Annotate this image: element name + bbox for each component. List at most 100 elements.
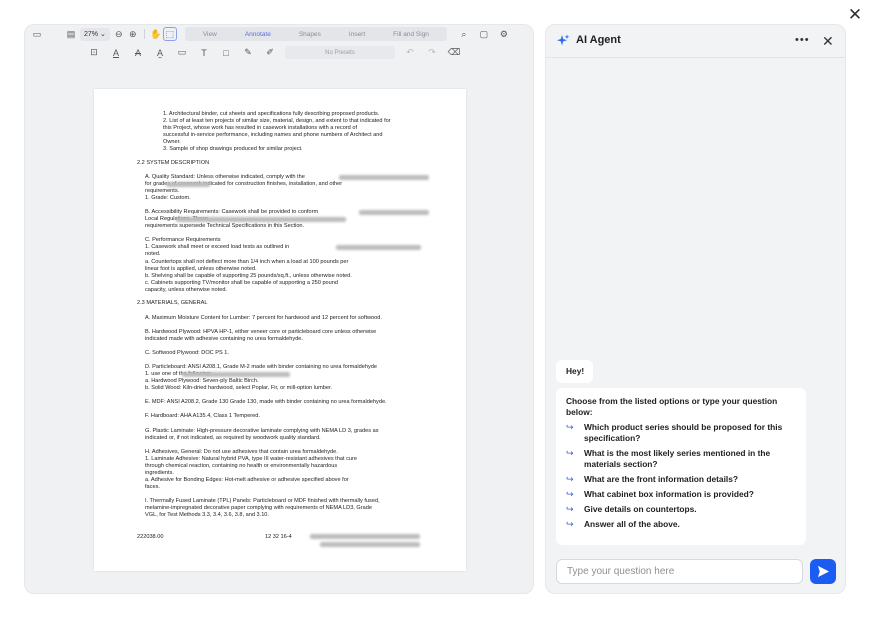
text-box-icon[interactable]: ⊡ [87, 46, 101, 60]
doc-line: successful in-service performance, inclu… [163, 132, 383, 138]
doc-line: capacity, unless otherwise noted. [145, 287, 227, 293]
redacted-text [359, 210, 429, 215]
doc-line: H. Adhesives, General: Do not use adhesi… [145, 449, 338, 455]
doc-line: this Project, whose work has resulted in… [163, 125, 358, 131]
doc-line: ingredients. [145, 470, 174, 476]
highlighter-icon[interactable]: ✐ [263, 46, 277, 60]
toolbar-divider [143, 29, 145, 39]
doc-line: 1. Grade: Custom. [145, 195, 191, 201]
zoom-value: 27% [84, 30, 99, 38]
text-tool-icon[interactable]: T [197, 46, 211, 60]
option-label: Which product series should be proposed … [584, 422, 783, 443]
option-item[interactable]: ↪ What is the most likely series mentione… [566, 448, 796, 470]
page-icon[interactable]: ▤ [64, 27, 78, 41]
sidebar-toggle-icon[interactable]: ▭ [30, 27, 44, 41]
redacted-text [176, 217, 346, 222]
doc-line: a. Hardwood Plywood: Seven-ply Baltic Bi… [145, 378, 259, 384]
option-item[interactable]: ↪ What cabinet box information is provide… [566, 489, 796, 500]
tab-annotate[interactable]: Annotate [231, 31, 285, 38]
pen-icon[interactable]: ✎ [241, 46, 255, 60]
redacted-text [320, 542, 420, 547]
doc-line: indicated or, if not indicated, as requi… [145, 435, 321, 441]
doc-footer-center: 12 32 16-4 [265, 534, 292, 540]
redacted-text [336, 245, 421, 250]
tab-shapes[interactable]: Shapes [285, 31, 335, 38]
arrow-right-icon: ↪ [566, 504, 574, 514]
send-button[interactable] [810, 559, 836, 584]
pdf-viewer: ▭ ▤ 27% ⌄ ⊖ ⊕ ✋ ⬚ View Annotate Shapes I… [24, 24, 534, 594]
greeting-bubble: Hey! [556, 360, 593, 383]
doc-line: 2.3 MATERIALS, GENERAL [137, 300, 208, 306]
tab-view[interactable]: View [189, 31, 231, 38]
doc-line: a. Adhesive for Bonding Edges: Hot-melt … [145, 477, 349, 483]
strikethrough-icon[interactable]: A [131, 46, 145, 60]
tab-insert[interactable]: Insert [335, 31, 379, 38]
arrow-right-icon: ↪ [566, 448, 574, 458]
doc-line: A. Maximum Moisture Content for Lumber: … [145, 315, 382, 321]
question-input[interactable] [556, 559, 803, 584]
doc-line: G. Plastic Laminate: High-pressure decor… [145, 428, 379, 434]
doc-line: c. Cabinets supporting TV/monitor shall … [145, 280, 339, 286]
redacted-text [182, 372, 290, 377]
tab-fill-and-sign[interactable]: Fill and Sign [379, 31, 443, 38]
doc-line: Owner. [163, 139, 181, 145]
redacted-text [339, 175, 429, 180]
select-tool-icon[interactable]: ⬚ [162, 27, 177, 41]
doc-line: b. Shelving shall be capable of supporti… [145, 273, 352, 279]
option-item[interactable]: ↪ Give details on countertops. [566, 504, 796, 515]
doc-line: D. Particleboard: ANSI A208.1, Grade M-2… [145, 364, 377, 370]
rectangle-icon[interactable]: □ [219, 46, 233, 60]
close-icon[interactable]: ✕ [822, 33, 834, 50]
option-item[interactable]: ↪ Which product series should be proposed… [566, 422, 796, 444]
doc-line: linear foot is applied, unless otherwise… [145, 266, 257, 272]
option-item[interactable]: ↪ Answer all of the above. [566, 519, 796, 530]
option-label: What are the front information details? [584, 474, 739, 484]
doc-line: C. Performance Requirements [145, 237, 221, 243]
zoom-out-icon[interactable]: ⊖ [112, 27, 126, 41]
settings-gear-icon[interactable]: ⚙ [497, 27, 511, 41]
presets-select[interactable]: No Presets [285, 46, 395, 59]
annotate-toolbar: ⊡ A A A̰ ▭ T □ ✎ ✐ No Presets ↶ ↷ ⌫ [25, 44, 533, 61]
arrow-right-icon: ↪ [566, 422, 574, 432]
underline-icon[interactable]: A [109, 46, 123, 60]
eraser-icon[interactable]: ⌫ [447, 46, 461, 60]
agent-title: AI Agent [576, 34, 621, 46]
doc-line: 1. Architectural binder, cut sheets and … [163, 111, 380, 117]
zoom-select[interactable]: 27% ⌄ [80, 27, 110, 41]
sparkle-icon [557, 34, 570, 46]
redo-icon[interactable]: ↷ [425, 46, 439, 60]
doc-line: 2.2 SYSTEM DESCRIPTION [137, 160, 210, 166]
comment-icon[interactable]: ▢ [477, 27, 491, 41]
undo-icon[interactable]: ↶ [403, 46, 417, 60]
doc-line: requirements supersede Technical Specifi… [145, 223, 305, 229]
window-close-icon[interactable]: ✕ [846, 6, 864, 24]
doc-line: 3. Sample of shop drawings produced for … [163, 146, 303, 152]
doc-line: noted. [145, 251, 161, 257]
doc-line: E. MDF: ANSI A208.2, Grade 130 Grade 130… [145, 399, 387, 405]
doc-line: faces. [145, 484, 160, 490]
doc-line: 2. List of at least ten projects of simi… [163, 118, 391, 124]
redacted-text [310, 534, 420, 539]
option-label: What is the most likely series mentioned… [584, 448, 771, 469]
redacted-text [166, 182, 210, 187]
arrow-right-icon: ↪ [566, 519, 574, 529]
arrow-right-icon: ↪ [566, 474, 574, 484]
options-intro: Choose from the listed options or type y… [566, 396, 778, 417]
search-icon[interactable]: ⌕ [457, 27, 471, 41]
doc-line: a. Countertops shall not deflect more th… [145, 259, 349, 265]
doc-line: B. Accessibility Requirements: Casework … [145, 209, 319, 215]
doc-footer-left: 222038.00 [137, 534, 164, 540]
squiggly-icon[interactable]: A̰ [153, 46, 167, 60]
doc-line: VGL, for Test Methods 3.3, 3.4, 3.6, 3.8… [145, 512, 269, 518]
note-icon[interactable]: ▭ [175, 46, 189, 60]
option-item[interactable]: ↪ What are the front information details? [566, 474, 796, 485]
doc-line: F. Hardboard: AHA A135.4, Class 1 Temper… [145, 413, 260, 419]
doc-line: B. Hardwood Plywood: HPVA HP-1, either v… [145, 329, 377, 335]
option-label: Answer all of the above. [584, 519, 680, 529]
doc-line: I. Thermally Fused Laminate (TPL) Panels… [145, 498, 380, 504]
hand-tool-icon[interactable]: ✋ [149, 27, 163, 41]
more-options-icon[interactable]: ••• [795, 34, 810, 46]
document-page: 1. Architectural binder, cut sheets and … [94, 89, 466, 571]
doc-line: through chemical reaction, containing no… [145, 463, 338, 469]
zoom-in-icon[interactable]: ⊕ [126, 27, 140, 41]
